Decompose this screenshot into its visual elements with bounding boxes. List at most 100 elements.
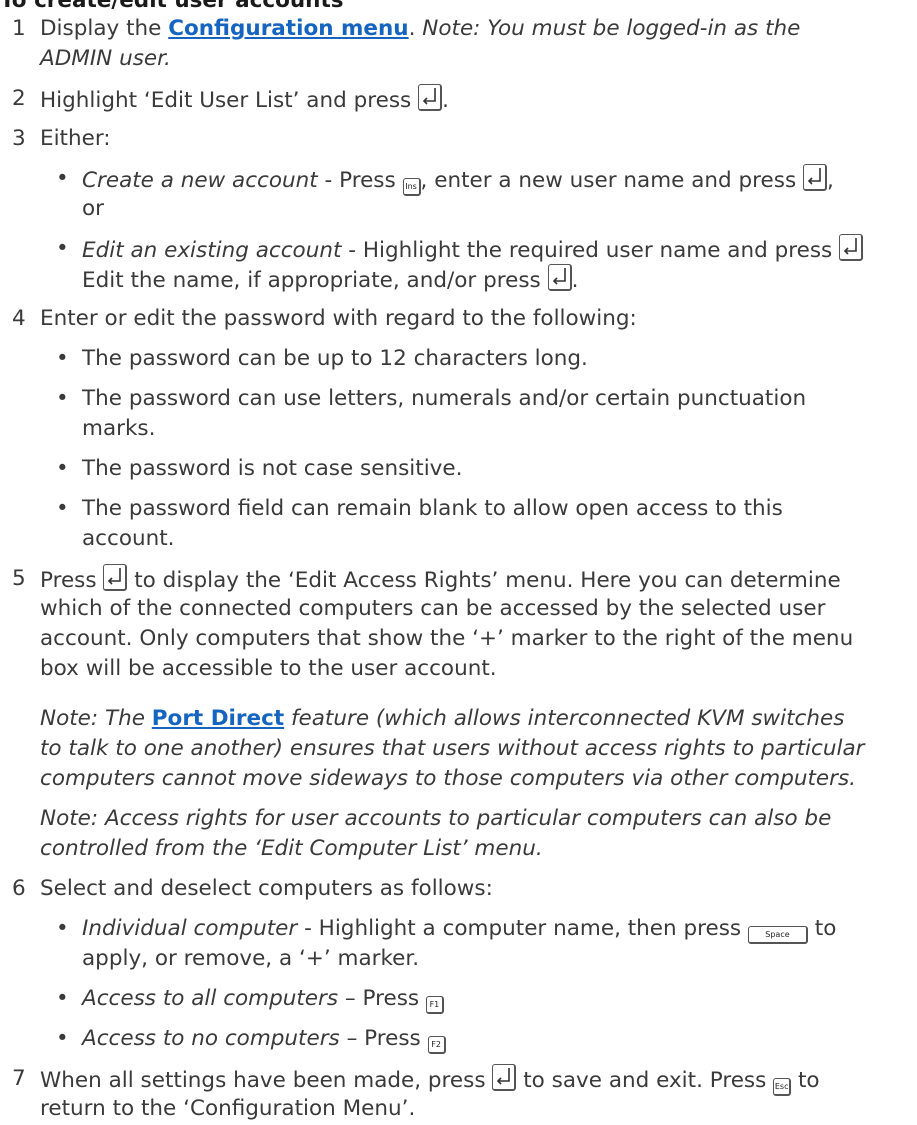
- step-2: 2 Highlight ‘Edit User List’ and press .: [0, 84, 905, 116]
- port-direct-link[interactable]: Port Direct: [152, 706, 284, 731]
- step-number: 5: [12, 566, 26, 591]
- note-text: to talk to one another) ensures that use…: [40, 736, 865, 761]
- step-text: which of the connected computers can be …: [40, 596, 826, 621]
- note-text: Note: The: [40, 706, 152, 731]
- step-text: Display the: [40, 16, 169, 41]
- step-text: When all settings have been made, press: [40, 1068, 493, 1093]
- step-text: Either:: [40, 126, 111, 151]
- note-text: computers cannot move sideways to those …: [40, 766, 857, 791]
- option-text: ,: [826, 168, 834, 193]
- access-rights-note-line: controlled from the ‘Edit Computer List’…: [0, 834, 905, 864]
- step-1: 1 Display the Configuration menu. Note: …: [0, 14, 905, 44]
- enter-key-icon: [802, 164, 827, 191]
- step-7: 7 When all settings have been made, pres…: [0, 1064, 905, 1096]
- step-number: 2: [12, 86, 26, 111]
- port-direct-note: Note: The Port Direct feature (which all…: [0, 704, 905, 734]
- enter-key-icon: [103, 564, 128, 591]
- option-text: - Highlight a computer name, then press: [297, 916, 748, 941]
- f2-key-icon: F2: [427, 1036, 446, 1054]
- option-label: Edit an existing account: [82, 238, 342, 263]
- option-text: Edit the name, if appropriate, and/or pr…: [82, 268, 548, 293]
- step-text: Enter or edit the password with regard t…: [40, 306, 637, 331]
- list-item: • The password is not case sensitive.: [56, 454, 906, 484]
- bullet-text: account.: [82, 526, 175, 551]
- admin-note-cont: ADMIN user.: [40, 46, 171, 71]
- option-text: – Press: [339, 1026, 428, 1051]
- enter-key-icon: [492, 1064, 517, 1091]
- note-text: controlled from the ‘Edit Computer List’…: [40, 836, 543, 861]
- enter-key-icon: [839, 234, 864, 261]
- option-text: - Press: [317, 168, 403, 193]
- step-text: account. Only computers that show the ‘+…: [40, 626, 854, 651]
- step-number: 4: [12, 306, 26, 331]
- bullet-icon: •: [56, 386, 69, 411]
- bullet-icon: •: [56, 496, 69, 521]
- note-text: Note: Access rights for user accounts to…: [40, 806, 832, 831]
- step-7-line: return to the ‘Configuration Menu’.: [0, 1094, 905, 1124]
- step-number: 7: [12, 1066, 26, 1091]
- step-number: 1: [12, 16, 26, 41]
- option-label: Create a new account: [82, 168, 318, 193]
- list-item-cont: Edit the name, if appropriate, and/or pr…: [56, 264, 906, 296]
- step-text: to display the ‘Edit Access Rights’ menu…: [127, 568, 841, 593]
- step-3: 3 Either:: [0, 124, 905, 154]
- bullet-icon: •: [56, 986, 69, 1011]
- list-item-cont: or: [56, 194, 906, 224]
- option-text: - Highlight the required user name and p…: [341, 238, 840, 263]
- option-text: .: [571, 268, 579, 293]
- bullet-icon: •: [56, 1026, 69, 1051]
- option-label: Individual computer: [82, 916, 298, 941]
- bullet-icon: •: [56, 236, 69, 261]
- admin-note: Note: You must be logged-in as the: [422, 16, 801, 41]
- option-label: Access to all computers: [82, 986, 339, 1011]
- list-item: • The password can be up to 12 character…: [56, 344, 906, 374]
- list-item: • The password can use letters, numerals…: [56, 384, 906, 414]
- step-text: Select and deselect computers as follows…: [40, 876, 493, 901]
- step-4: 4 Enter or edit the password with regard…: [0, 304, 905, 334]
- list-item: • The password field can remain blank to…: [56, 494, 906, 524]
- option-text: to: [807, 916, 837, 941]
- list-item: • Edit an existing account - Highlight t…: [56, 234, 906, 266]
- step-number: 3: [12, 126, 26, 151]
- space-key-icon: Space: [747, 926, 808, 944]
- note-text: feature (which allows interconnected KVM…: [284, 706, 845, 731]
- step-text: .: [442, 88, 449, 113]
- option-text: – Press: [338, 986, 426, 1011]
- bullet-icon: •: [56, 916, 69, 941]
- list-item-cont: account.: [56, 524, 906, 554]
- step-5-line: which of the connected computers can be …: [0, 594, 905, 624]
- list-item: • Create a new account - Press Ins, ente…: [56, 164, 906, 196]
- step-5-line: account. Only computers that show the ‘+…: [0, 624, 905, 654]
- step-6: 6 Select and deselect computers as follo…: [0, 874, 905, 904]
- list-item: • Access to no computers – Press F2: [56, 1024, 906, 1054]
- bullet-text: The password is not case sensitive.: [82, 456, 463, 481]
- port-direct-note-line: computers cannot move sideways to those …: [0, 764, 905, 794]
- bullet-icon: •: [56, 456, 69, 481]
- step-5: 5 Press to display the ‘Edit Access Righ…: [0, 564, 905, 596]
- enter-key-icon: [547, 264, 572, 291]
- enter-key-icon: [418, 84, 443, 111]
- step-text: to: [791, 1068, 820, 1093]
- list-item: • Access to all computers – Press F1: [56, 984, 906, 1014]
- step-1-line2: ADMIN user.: [0, 44, 905, 74]
- bullet-text: The password can be up to 12 characters …: [82, 346, 588, 371]
- bullet-text: The password can use letters, numerals a…: [82, 386, 807, 411]
- list-item-cont: apply, or remove, a ‘+’ marker.: [56, 944, 906, 974]
- step-number: 6: [12, 876, 26, 901]
- f1-key-icon: F1: [425, 996, 444, 1014]
- step-text: Press: [40, 568, 104, 593]
- step-text: to save and exit. Press: [516, 1068, 774, 1093]
- bullet-icon: •: [56, 166, 69, 191]
- list-item: • Individual computer - Highlight a comp…: [56, 914, 906, 944]
- step-text: Highlight ‘Edit User List’ and press: [40, 88, 419, 113]
- access-rights-note: Note: Access rights for user accounts to…: [0, 804, 905, 834]
- port-direct-note-line: to talk to one another) ensures that use…: [0, 734, 905, 764]
- step-5-line: box will be accessible to the user accou…: [0, 654, 905, 684]
- step-text: box will be accessible to the user accou…: [40, 656, 497, 681]
- option-text: , enter a new user name and press: [420, 168, 803, 193]
- bullet-text: marks.: [82, 416, 156, 441]
- bullet-icon: •: [56, 346, 69, 371]
- configuration-menu-link[interactable]: Configuration menu: [168, 16, 408, 41]
- option-text: apply, or remove, a ‘+’ marker.: [82, 946, 420, 971]
- bullet-text: The password field can remain blank to a…: [82, 496, 783, 521]
